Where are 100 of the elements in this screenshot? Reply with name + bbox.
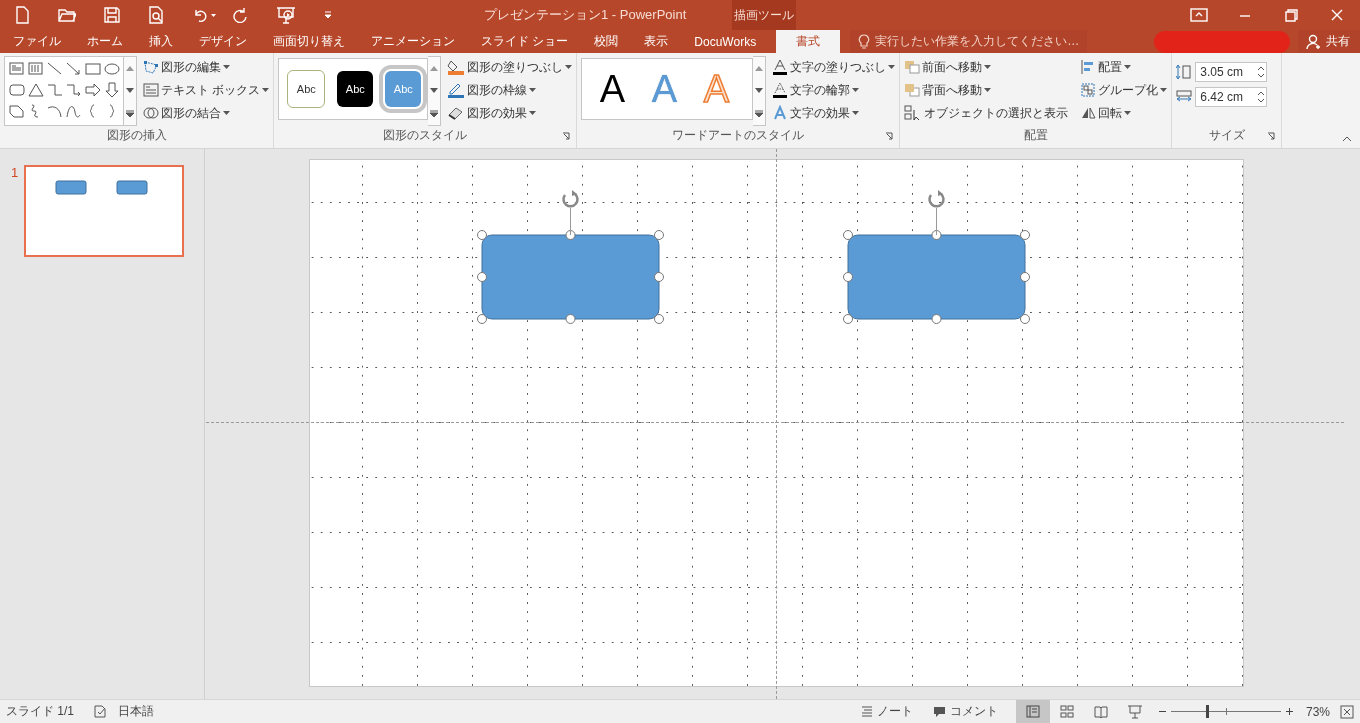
ribbon-command[interactable]: グループ化: [1080, 80, 1168, 100]
ribbon-command[interactable]: 図形の編集: [143, 57, 270, 77]
comments-button[interactable]: コメント: [932, 703, 998, 720]
ribbon-tab[interactable]: ファイル: [0, 30, 74, 53]
ribbon-command[interactable]: 図形の結合: [143, 103, 270, 123]
ribbon-tab[interactable]: スライド ショー: [468, 30, 582, 53]
shape-height-icon: [1176, 64, 1193, 80]
zoom-slider-thumb[interactable]: [1206, 705, 1210, 718]
shape-style-swatch[interactable]: Abc: [287, 70, 326, 108]
ribbon-command[interactable]: 回転: [1080, 103, 1168, 123]
comment-icon: [932, 705, 946, 718]
arrow-icon[interactable]: [65, 60, 82, 77]
line-icon[interactable]: [46, 60, 63, 77]
ribbon-tab[interactable]: 書式: [776, 30, 841, 53]
scroll-down-icon[interactable]: [126, 87, 134, 93]
ribbon-tab[interactable]: 画面切り替え: [260, 30, 358, 53]
pencil-outline-icon: [447, 82, 466, 98]
scroll-up-icon[interactable]: [126, 65, 134, 71]
scroll-down-icon[interactable]: [430, 87, 439, 93]
ribbon-command[interactable]: 配置: [1080, 57, 1168, 77]
gallery-more-icon[interactable]: [755, 109, 764, 117]
ribbon-command[interactable]: 文字の効果: [772, 103, 896, 123]
zoom-level[interactable]: 73%: [1305, 704, 1330, 719]
text-box-icon: [143, 83, 159, 97]
ribbon-tab[interactable]: アニメーション: [358, 30, 468, 53]
open-folder-icon[interactable]: [58, 7, 76, 23]
ribbon-command[interactable]: 図形の枠線: [447, 80, 573, 100]
ribbon-tab[interactable]: 表示: [631, 30, 682, 53]
slide-indicator: スライド 1/1: [6, 703, 74, 720]
scroll-up-icon[interactable]: [430, 65, 439, 71]
command-label: 背面へ移動: [922, 81, 983, 99]
ribbon-command[interactable]: 図形の塗りつぶし: [447, 57, 573, 77]
ribbon-tab[interactable]: デザイン: [186, 30, 260, 53]
selection-handles[interactable]: [477, 190, 664, 324]
ribbon-tab[interactable]: 挿入: [136, 30, 186, 53]
group-label: 図形のスタイル: [383, 126, 468, 144]
ribbon-command[interactable]: テキスト ボックス: [143, 80, 270, 100]
customize-caret-icon[interactable]: [324, 11, 332, 19]
rounded-rectangle-icon[interactable]: [8, 81, 25, 98]
fit-to-window-icon[interactable]: [1340, 704, 1354, 719]
command-label: 配置: [1098, 58, 1123, 76]
oval-icon[interactable]: [103, 60, 120, 77]
wordart-style-sample[interactable]: A: [586, 70, 639, 108]
language-indicator[interactable]: 日本語: [118, 703, 154, 720]
ribbon-command[interactable]: オブジェクトの選択と表示: [904, 103, 1069, 123]
command-label: 回転: [1098, 104, 1123, 122]
group-icon: [1080, 82, 1097, 98]
group-label: ワードアートのスタイル: [672, 126, 805, 144]
gallery-more-icon[interactable]: [126, 109, 134, 117]
down-arrow-icon[interactable]: [103, 81, 120, 98]
ribbon-command[interactable]: 前面へ移動: [904, 57, 1069, 77]
slide-thumbnail[interactable]: [24, 165, 185, 257]
right-arrow-icon[interactable]: [84, 81, 101, 98]
undo-icon[interactable]: [192, 7, 218, 23]
dropdown-caret-icon: [984, 65, 992, 69]
tell-me-placeholder: 実行したい作業を入力してください…: [875, 33, 1080, 50]
dialog-launcher-icon[interactable]: [885, 132, 894, 140]
print-preview-icon[interactable]: [148, 6, 164, 24]
group-label: 図形の挿入: [106, 126, 167, 144]
spin-buttons-icon[interactable]: [1256, 90, 1267, 104]
ribbon-tab[interactable]: ホーム: [74, 30, 136, 53]
ribbon-tab[interactable]: 校閲: [581, 30, 632, 53]
shape-style-swatch[interactable]: Abc: [337, 71, 374, 107]
presentation-icon[interactable]: [276, 6, 296, 24]
ribbon-command[interactable]: 文字の塗りつぶし: [772, 57, 896, 77]
dialog-launcher-icon[interactable]: [1267, 132, 1276, 140]
restore-icon[interactable]: [1282, 8, 1300, 22]
command-label: テキスト ボックス: [161, 81, 261, 99]
spell-check-icon[interactable]: [94, 705, 108, 718]
spin-buttons-icon[interactable]: [1256, 65, 1267, 79]
ribbon-display-options-icon[interactable]: [1190, 8, 1208, 22]
zoom-in-icon[interactable]: [1284, 707, 1294, 716]
command-label: 図形の効果: [467, 104, 528, 122]
share-button[interactable]: 共有: [1298, 30, 1360, 53]
freeform-icon[interactable]: [8, 102, 25, 119]
save-icon[interactable]: [104, 7, 120, 23]
group-label: サイズ: [1208, 126, 1245, 144]
triangle-icon[interactable]: [27, 81, 44, 98]
ribbon-command[interactable]: 図形の効果: [447, 103, 573, 123]
height-field[interactable]: 3.05 cm: [1195, 62, 1268, 82]
new-file-icon[interactable]: [14, 6, 30, 24]
scroll-down-icon[interactable]: [755, 87, 764, 93]
notes-button[interactable]: ノート: [860, 703, 913, 720]
gallery-more-icon[interactable]: [430, 109, 439, 117]
dialog-launcher-icon[interactable]: [562, 132, 571, 140]
dropdown-caret-icon: [223, 111, 230, 115]
redo-icon[interactable]: [232, 7, 248, 23]
ribbon-command[interactable]: 背面へ移動: [904, 80, 1069, 100]
dropdown-caret-icon: [529, 111, 537, 115]
tell-me-field[interactable]: 実行したい作業を入力してください…: [850, 30, 1088, 53]
shape-gallery[interactable]: [4, 56, 124, 126]
view-button[interactable]: [1015, 700, 1050, 723]
collapse-ribbon-icon[interactable]: [1342, 136, 1352, 142]
selection-handles[interactable]: [843, 190, 1030, 324]
scroll-up-icon[interactable]: [755, 65, 764, 71]
command-label: 図形の塗りつぶし: [467, 58, 564, 76]
width-field[interactable]: 6.42 cm: [1195, 87, 1268, 107]
dropdown-caret-icon: [984, 88, 992, 92]
ribbon-tab[interactable]: DocuWorks: [681, 30, 770, 53]
ribbon-command[interactable]: 文字の輪郭: [772, 80, 896, 100]
